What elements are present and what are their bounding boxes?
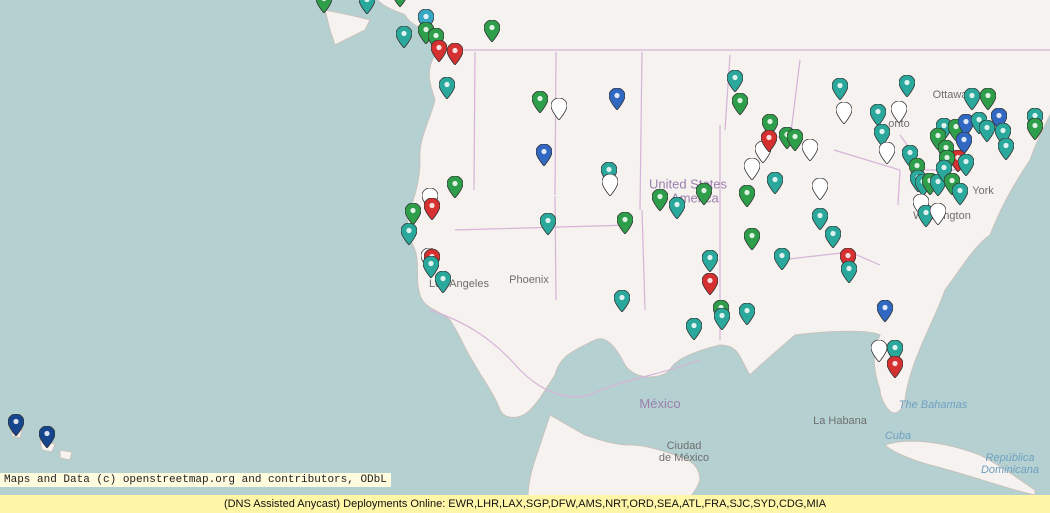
- status-bar: (DNS Assisted Anycast) Deployments Onlin…: [0, 495, 1050, 513]
- map-pin[interactable]: [877, 300, 893, 322]
- map-pin[interactable]: [787, 129, 803, 151]
- map-pin[interactable]: [696, 183, 712, 205]
- map-pin[interactable]: [484, 20, 500, 42]
- landmass-layer: [0, 0, 1050, 513]
- map-pin[interactable]: [540, 213, 556, 235]
- map-pin[interactable]: [392, 0, 408, 7]
- map-pin[interactable]: [602, 174, 618, 196]
- map-pin[interactable]: [887, 356, 903, 378]
- map-pin[interactable]: [551, 98, 567, 120]
- map-pin[interactable]: [1027, 118, 1043, 140]
- map-pin[interactable]: [702, 273, 718, 295]
- map-pin[interactable]: [614, 290, 630, 312]
- map-pin[interactable]: [739, 185, 755, 207]
- map-pin[interactable]: [359, 0, 375, 14]
- map-pin[interactable]: [536, 144, 552, 166]
- map-pin[interactable]: [39, 426, 55, 448]
- map-pin[interactable]: [832, 78, 848, 100]
- map-pin[interactable]: [447, 43, 463, 65]
- map-pin[interactable]: [812, 178, 828, 200]
- map-pin[interactable]: [930, 203, 946, 225]
- map-pin[interactable]: [316, 0, 332, 13]
- map-pin[interactable]: [617, 212, 633, 234]
- map-pin[interactable]: [825, 226, 841, 248]
- map-pin[interactable]: [958, 154, 974, 176]
- map-pin[interactable]: [8, 414, 24, 436]
- map-pin[interactable]: [424, 198, 440, 220]
- map-pin[interactable]: [702, 250, 718, 272]
- map-pin[interactable]: [447, 176, 463, 198]
- map-pin[interactable]: [774, 248, 790, 270]
- map-pin[interactable]: [732, 93, 748, 115]
- map-pin[interactable]: [998, 138, 1014, 160]
- map-pin[interactable]: [879, 142, 895, 164]
- map-pin[interactable]: [727, 70, 743, 92]
- map-pin[interactable]: [405, 203, 421, 225]
- map-pin[interactable]: [836, 102, 852, 124]
- map-attribution: Maps and Data (c) openstreetmap.org and …: [0, 473, 391, 487]
- map-pin[interactable]: [891, 101, 907, 123]
- map-pin[interactable]: [435, 271, 451, 293]
- map-pin[interactable]: [952, 183, 968, 205]
- map-pin[interactable]: [870, 104, 886, 126]
- map-pin[interactable]: [652, 189, 668, 211]
- map-pin[interactable]: [532, 91, 548, 113]
- map-pin[interactable]: [401, 223, 417, 245]
- map-viewport[interactable]: United States of America Washington York…: [0, 0, 1050, 513]
- map-pin[interactable]: [714, 308, 730, 330]
- map-pin[interactable]: [609, 88, 625, 110]
- map-pin[interactable]: [761, 130, 777, 152]
- map-pin[interactable]: [396, 26, 412, 48]
- map-pin[interactable]: [744, 228, 760, 250]
- map-pin[interactable]: [899, 75, 915, 97]
- map-pin[interactable]: [767, 172, 783, 194]
- map-pin[interactable]: [431, 40, 447, 62]
- map-pin[interactable]: [980, 88, 996, 110]
- map-pin[interactable]: [739, 303, 755, 325]
- map-pin[interactable]: [686, 318, 702, 340]
- map-pin[interactable]: [964, 88, 980, 110]
- map-pin[interactable]: [802, 139, 818, 161]
- map-pin[interactable]: [841, 261, 857, 283]
- map-pin[interactable]: [439, 77, 455, 99]
- map-pin[interactable]: [871, 340, 887, 362]
- map-pin[interactable]: [669, 197, 685, 219]
